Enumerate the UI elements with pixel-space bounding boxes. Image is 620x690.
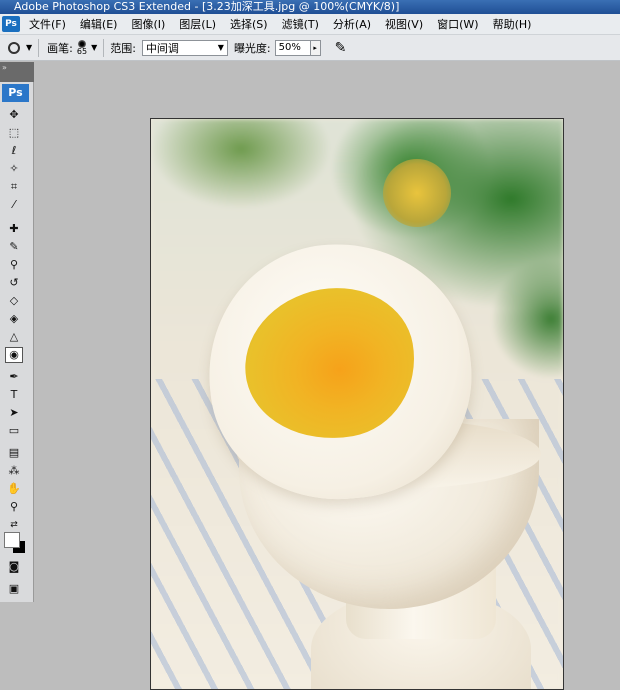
slice-tool-icon[interactable]: ⁄: [6, 198, 22, 212]
eyedropper-icon[interactable]: ⁂: [6, 464, 22, 478]
chevron-down-icon: ▼: [26, 43, 33, 52]
range-label: 范围:: [110, 41, 136, 55]
type-tool-icon[interactable]: T: [6, 388, 22, 402]
paint-bucket-icon[interactable]: ◈: [6, 312, 22, 326]
brush-label: 画笔:: [47, 41, 73, 55]
menu-layer[interactable]: 图层(L): [172, 16, 223, 32]
exposure-input[interactable]: 50%: [274, 39, 311, 56]
chevron-down-icon[interactable]: ▼: [91, 43, 97, 52]
menu-help[interactable]: 帮助(H): [486, 16, 539, 32]
move-tool-icon[interactable]: ✥: [6, 108, 22, 122]
menu-window[interactable]: 窗口(W): [430, 16, 485, 32]
divider: [103, 38, 105, 57]
zoom-tool-icon[interactable]: ⚲: [6, 500, 22, 514]
burn-tool-icon: [8, 41, 20, 54]
brush-tool-icon[interactable]: ✎: [6, 240, 22, 254]
shape-tool-icon[interactable]: ▭: [6, 424, 22, 438]
healing-brush-icon[interactable]: ✚: [6, 222, 22, 236]
ps-logo: Ps: [2, 84, 29, 102]
notes-tool-icon[interactable]: ▤: [6, 446, 22, 460]
menu-bar: Ps 文件(F) 编辑(E) 图像(I) 图层(L) 选择(S) 滤镜(T) 分…: [0, 14, 620, 35]
toolbox-grip[interactable]: »: [0, 62, 34, 82]
clone-stamp-icon[interactable]: ⚲: [6, 258, 22, 272]
exposure-slider-toggle[interactable]: ▸: [310, 39, 321, 56]
history-brush-icon[interactable]: ↺: [6, 276, 22, 290]
foreground-color-swatch[interactable]: [4, 532, 20, 548]
window-title: Adobe Photoshop CS3 Extended - [3.23加深工具…: [14, 0, 400, 13]
toolbox: Ps ✥ ⬚ ℓ ✧ ⌗ ⁄ ✚ ✎ ⚲ ↺ ◇ ◈ △ ◉ ✒ T ➤ ▭ ▤…: [0, 82, 34, 602]
blur-tool-icon[interactable]: △: [6, 330, 22, 344]
screen-mode-icon[interactable]: ▣: [6, 582, 22, 596]
eraser-tool-icon[interactable]: ◇: [6, 294, 22, 308]
divider: [38, 38, 40, 57]
lasso-tool-icon[interactable]: ℓ: [6, 144, 22, 158]
range-value: 中间调: [145, 41, 179, 55]
menu-analysis[interactable]: 分析(A): [326, 16, 378, 32]
menu-image[interactable]: 图像(I): [124, 16, 172, 32]
menu-select[interactable]: 选择(S): [223, 16, 275, 32]
burn-tool-icon[interactable]: ◉: [5, 347, 23, 363]
menu-file[interactable]: 文件(F): [22, 16, 73, 32]
magic-wand-icon[interactable]: ✧: [6, 162, 22, 176]
chevron-down-icon: ▼: [217, 43, 224, 52]
menu-view[interactable]: 视图(V): [378, 16, 430, 32]
tool-preset-picker[interactable]: ▼: [8, 41, 33, 54]
quick-mask-icon[interactable]: ◙: [6, 560, 22, 574]
options-bar: ▼ 画笔: 65 ▼ 范围: 中间调 ▼ 曝光度: 50% ▸ ✎: [0, 35, 620, 61]
range-select[interactable]: 中间调 ▼: [141, 39, 228, 56]
hand-tool-icon[interactable]: ✋: [6, 482, 22, 496]
brush-picker[interactable]: 65: [76, 39, 88, 56]
pen-tool-icon[interactable]: ✒: [6, 370, 22, 384]
blurred-yolk-background: [383, 159, 451, 227]
brush-size: 65: [76, 46, 88, 56]
menu-filter[interactable]: 滤镜(T): [275, 16, 326, 32]
marquee-tool-icon[interactable]: ⬚: [6, 126, 22, 140]
airbrush-icon[interactable]: ✎: [335, 40, 347, 56]
exposure-label: 曝光度:: [233, 41, 271, 55]
swap-colors-icon[interactable]: ⇄: [6, 518, 22, 532]
crop-tool-icon[interactable]: ⌗: [6, 180, 22, 194]
title-bar: Adobe Photoshop CS3 Extended - [3.23加深工具…: [0, 0, 620, 14]
document-canvas[interactable]: [150, 118, 564, 690]
app-icon[interactable]: Ps: [2, 16, 20, 32]
path-select-icon[interactable]: ➤: [6, 406, 22, 420]
menu-edit[interactable]: 编辑(E): [73, 16, 125, 32]
